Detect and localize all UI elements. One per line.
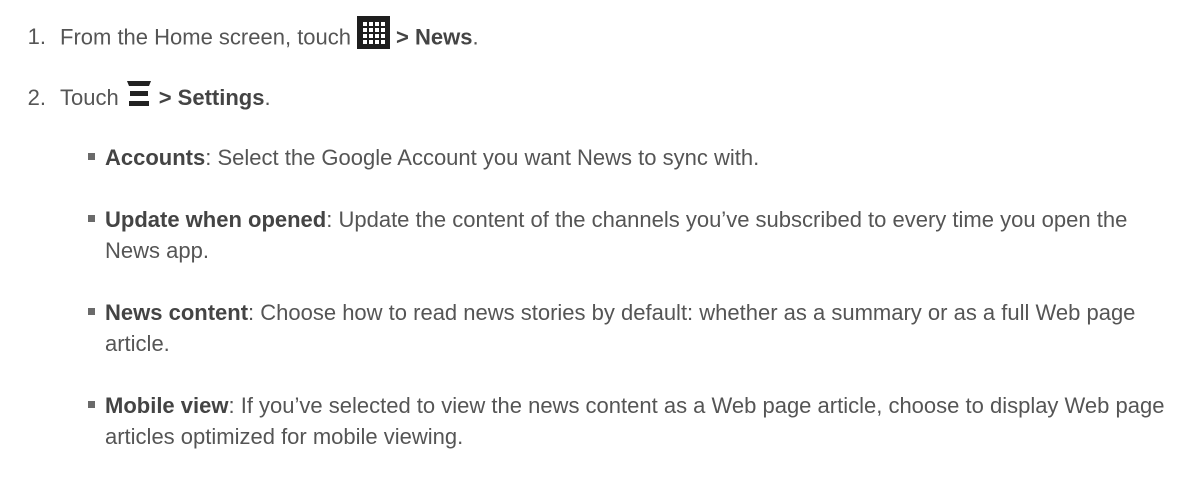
apps-grid-icon bbox=[357, 16, 391, 57]
bullet-icon bbox=[88, 401, 95, 408]
menu-icon bbox=[125, 78, 153, 116]
setting-term: Mobile view bbox=[105, 393, 229, 418]
bullet-icon bbox=[88, 153, 95, 160]
setting-description: : If you’ve selected to view the news co… bbox=[105, 393, 1165, 449]
step-text: Touch bbox=[60, 84, 119, 110]
bullet-icon bbox=[88, 215, 95, 222]
setting-description: : Choose how to read news stories by def… bbox=[105, 300, 1136, 356]
setting-item-mobile-view: Mobile view: If you’ve selected to view … bbox=[88, 390, 1188, 452]
setting-description: : Select the Google Account you want New… bbox=[205, 145, 760, 170]
setting-text: Accounts: Select the Google Account you … bbox=[105, 142, 1188, 173]
setting-term: Update when opened bbox=[105, 207, 327, 232]
setting-term: News content bbox=[105, 300, 249, 325]
setting-term: Accounts bbox=[105, 145, 206, 170]
setting-text: Mobile view: If you’ve selected to view … bbox=[105, 390, 1188, 452]
step-period: . bbox=[264, 84, 271, 110]
setting-item-accounts: Accounts: Select the Google Account you … bbox=[88, 142, 1188, 173]
setting-item-news-content: News content: Choose how to read news st… bbox=[88, 297, 1188, 359]
setting-text: News content: Choose how to read news st… bbox=[105, 297, 1188, 359]
bullet-icon bbox=[88, 308, 95, 315]
step-period: . bbox=[472, 24, 479, 50]
setting-text: Update when opened: Update the content o… bbox=[105, 204, 1188, 266]
step-destination: > News bbox=[396, 24, 473, 50]
step-destination: > Settings bbox=[158, 84, 265, 110]
step-1: 1. From the Home screen, touch > News. bbox=[0, 16, 479, 59]
step-2: 2. Touch > Settings. bbox=[0, 80, 271, 118]
step-text: From the Home screen, touch bbox=[60, 24, 352, 50]
step-number: 1. bbox=[27, 24, 46, 50]
step-number: 2. bbox=[27, 84, 46, 110]
setting-item-update-when-opened: Update when opened: Update the content o… bbox=[88, 204, 1188, 266]
